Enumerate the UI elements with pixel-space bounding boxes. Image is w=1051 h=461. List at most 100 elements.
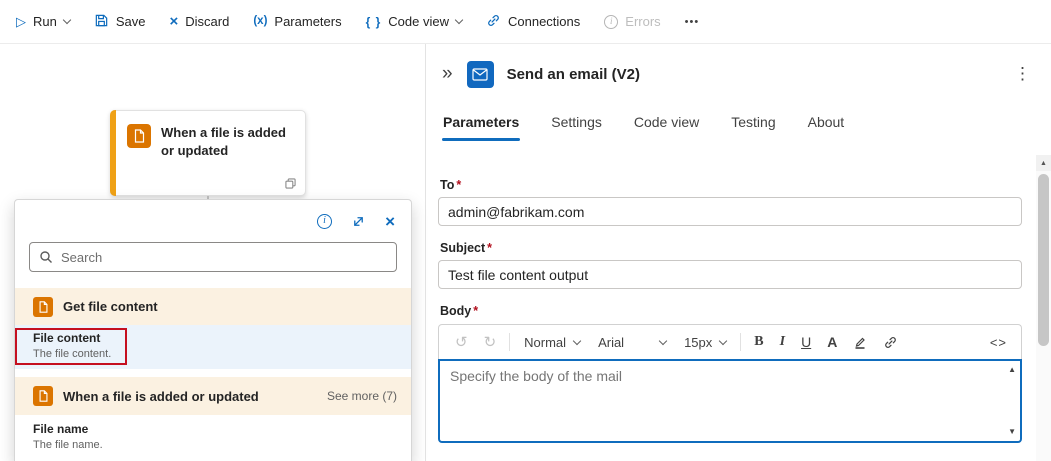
run-label: Run xyxy=(33,14,57,29)
highlighter-icon xyxy=(853,335,867,349)
panel-header: » Send an email (V2) ⋮ xyxy=(426,44,1051,104)
rich-text-editor: ↺ ↻ Normal Arial 15px B I U A xyxy=(438,324,1022,443)
item-subtitle: The file content. xyxy=(33,348,397,360)
errors-button[interactable]: i Errors xyxy=(604,14,660,29)
redo-button[interactable]: ↻ xyxy=(476,335,505,350)
collapse-panel-button[interactable]: » xyxy=(436,63,459,85)
tab-code-view[interactable]: Code view xyxy=(633,112,700,141)
undo-button[interactable]: ↺ xyxy=(447,335,476,350)
tab-settings[interactable]: Settings xyxy=(550,112,603,141)
errors-info-icon: i xyxy=(604,15,618,29)
font-color-icon: A xyxy=(827,335,837,349)
save-button[interactable]: Save xyxy=(94,13,146,30)
editor-scroll-down-icon[interactable]: ▼ xyxy=(1008,428,1016,436)
outlook-icon xyxy=(467,61,494,88)
bold-button[interactable]: B xyxy=(746,335,771,349)
required-asterisk: * xyxy=(456,178,461,192)
panel-tabs: Parameters Settings Code view Testing Ab… xyxy=(426,112,1051,144)
font-size-dropdown[interactable]: 15px xyxy=(675,335,735,350)
panel-title: Send an email (V2) xyxy=(507,66,640,83)
sharepoint-connector-icon xyxy=(33,297,53,317)
file-content-item[interactable]: File content The file content. xyxy=(15,325,411,369)
group-title: Get file content xyxy=(63,299,158,314)
trigger-accent-bar xyxy=(110,110,116,196)
required-asterisk: * xyxy=(473,304,478,318)
discard-button[interactable]: × Discard xyxy=(170,14,230,29)
tab-about[interactable]: About xyxy=(807,112,846,141)
discard-label: Discard xyxy=(185,14,229,29)
code-view-button[interactable]: { } Code view xyxy=(366,14,462,29)
rte-toolbar: ↺ ↻ Normal Arial 15px B I U A xyxy=(438,324,1022,359)
save-icon xyxy=(94,13,109,30)
toolbar-divider xyxy=(509,333,510,351)
connections-label: Connections xyxy=(508,14,580,29)
tab-testing[interactable]: Testing xyxy=(730,112,776,141)
close-icon[interactable]: × xyxy=(385,213,395,230)
insert-link-button[interactable] xyxy=(875,335,906,350)
chevron-down-icon xyxy=(719,337,727,345)
chevron-down-icon xyxy=(659,337,667,345)
chevron-down-icon xyxy=(573,337,581,345)
font-family-dropdown[interactable]: Arial xyxy=(589,335,675,350)
item-title: File name xyxy=(33,422,397,436)
to-input[interactable] xyxy=(438,197,1022,226)
body-editor[interactable]: Specify the body of the mail ▲ ▼ xyxy=(438,359,1022,443)
chevron-down-icon xyxy=(63,15,71,23)
dynamic-content-panel: i × Get file content File content The fi… xyxy=(14,199,412,461)
run-button[interactable]: ▷ Run xyxy=(16,14,70,29)
group-get-file-content[interactable]: Get file content xyxy=(15,288,411,325)
parameters-label: Parameters xyxy=(274,14,341,29)
tab-parameters[interactable]: Parameters xyxy=(442,112,520,141)
action-details-panel: » Send an email (V2) ⋮ Parameters Settin… xyxy=(425,44,1051,461)
connections-button[interactable]: Connections xyxy=(486,13,580,30)
undo-icon: ↺ xyxy=(455,335,468,350)
item-title: File content xyxy=(33,331,397,345)
kebab-menu-button[interactable]: ⋮ xyxy=(1010,64,1035,84)
required-asterisk: * xyxy=(487,241,492,255)
group-when-file-added[interactable]: When a file is added or updated See more… xyxy=(15,377,411,415)
errors-label: Errors xyxy=(625,14,660,29)
link-icon xyxy=(486,13,501,30)
save-label: Save xyxy=(116,14,146,29)
info-icon[interactable]: i xyxy=(317,214,332,229)
card-copy-icon[interactable] xyxy=(285,178,296,189)
picker-header: i × xyxy=(15,200,411,234)
text-style-dropdown[interactable]: Normal xyxy=(515,335,589,350)
underline-icon: U xyxy=(801,335,811,349)
italic-button[interactable]: I xyxy=(772,335,793,349)
bold-icon: B xyxy=(754,335,763,349)
search-input[interactable] xyxy=(61,250,387,265)
code-view-icon: { } xyxy=(366,16,382,28)
more-commands-button[interactable]: ••• xyxy=(685,16,700,28)
scrollbar-thumb[interactable] xyxy=(1038,174,1049,346)
scrollbar-up-button[interactable]: ▲ xyxy=(1036,155,1051,171)
flow-designer: ▷ Run Save × Discard (x) Parameters { } … xyxy=(0,0,1051,461)
code-view-label: Code view xyxy=(388,14,449,29)
highlight-button[interactable] xyxy=(845,335,875,349)
sharepoint-connector-icon xyxy=(127,124,151,148)
parameters-button[interactable]: (x) Parameters xyxy=(253,14,341,29)
underline-button[interactable]: U xyxy=(793,335,819,349)
font-color-button[interactable]: A xyxy=(819,335,845,349)
discard-icon: × xyxy=(170,14,179,29)
body-placeholder: Specify the body of the mail xyxy=(450,368,622,384)
to-label: To* xyxy=(440,178,461,192)
see-more-link[interactable]: See more (7) xyxy=(327,389,397,403)
file-name-item[interactable]: File name The file name. xyxy=(15,415,411,461)
link-icon xyxy=(883,335,898,350)
group-title: When a file is added or updated xyxy=(63,389,259,404)
code-view-toggle-button[interactable]: <> xyxy=(984,335,1013,350)
chevron-down-icon xyxy=(455,15,463,23)
sharepoint-connector-icon xyxy=(33,386,53,406)
panel-scrollbar[interactable]: ▲ xyxy=(1036,155,1051,461)
subject-input[interactable] xyxy=(438,260,1022,289)
expand-icon[interactable] xyxy=(352,215,365,228)
body-label: Body* xyxy=(440,304,478,318)
item-subtitle: The file name. xyxy=(33,439,397,451)
italic-icon: I xyxy=(780,335,785,349)
search-icon xyxy=(39,250,53,264)
trigger-card[interactable]: When a file is added or updated xyxy=(110,110,306,196)
scroll-up-icon: ▲ xyxy=(1040,160,1047,167)
play-icon: ▷ xyxy=(16,15,26,28)
editor-scroll-up-icon[interactable]: ▲ xyxy=(1008,366,1016,374)
